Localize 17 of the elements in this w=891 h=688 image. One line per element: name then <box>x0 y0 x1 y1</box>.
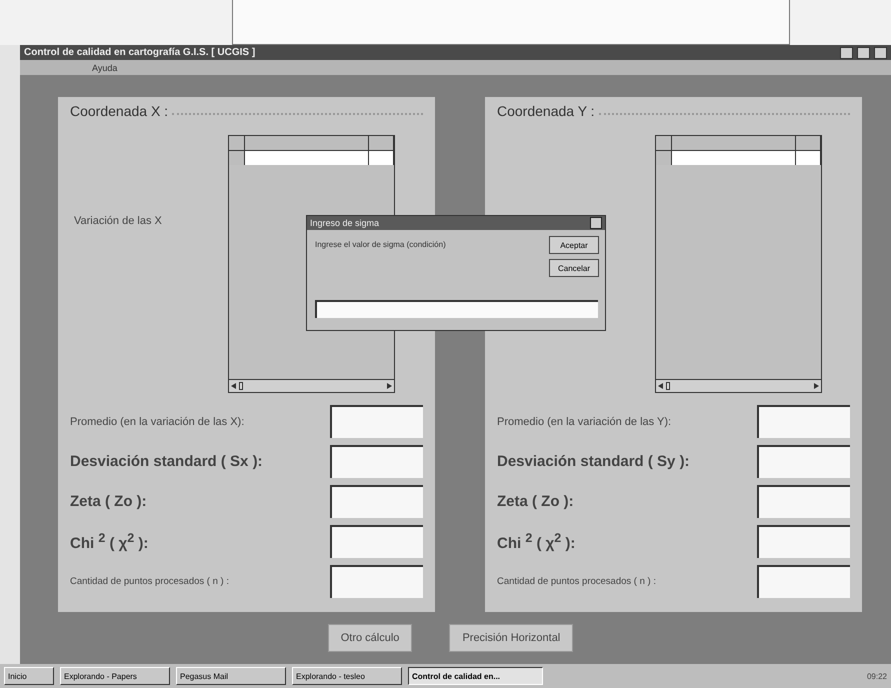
dialog-title: Ingreso de sigma <box>310 218 380 228</box>
field-label: Cantidad de puntos procesados ( n ) : <box>70 576 229 587</box>
panel-title: Coordenada X : <box>70 103 168 119</box>
window-title: Control de calidad en cartografía G.I.S. [ UCGIS ] <box>24 47 256 58</box>
field-label: Desviación standard ( Sx ): <box>70 453 263 470</box>
field-label: Desviación standard ( Sy ): <box>497 453 690 470</box>
field-label: Cantidad de puntos procesados ( n ) : <box>497 576 656 587</box>
field-label: Zeta ( Zo ): <box>70 493 147 510</box>
grid-label: Variación de las X <box>74 215 162 229</box>
panel-title: Coordenada Y : <box>497 103 595 119</box>
field-label: Promedio (en la variación de las Y): <box>497 416 672 428</box>
dialog-message: Ingrese el valor de sigma (condición) <box>315 240 447 251</box>
field-label: Chi $^{2}$ ( χ$^{2}$ ): <box>497 531 576 552</box>
clock: 09:22 <box>866 672 887 680</box>
field-label: Zeta ( Zo ): <box>497 493 574 510</box>
field-label: Chi $^{2}$ ( χ$^{2}$ ): <box>70 531 148 552</box>
field-label: Promedio (en la variación de las X): <box>70 416 244 428</box>
